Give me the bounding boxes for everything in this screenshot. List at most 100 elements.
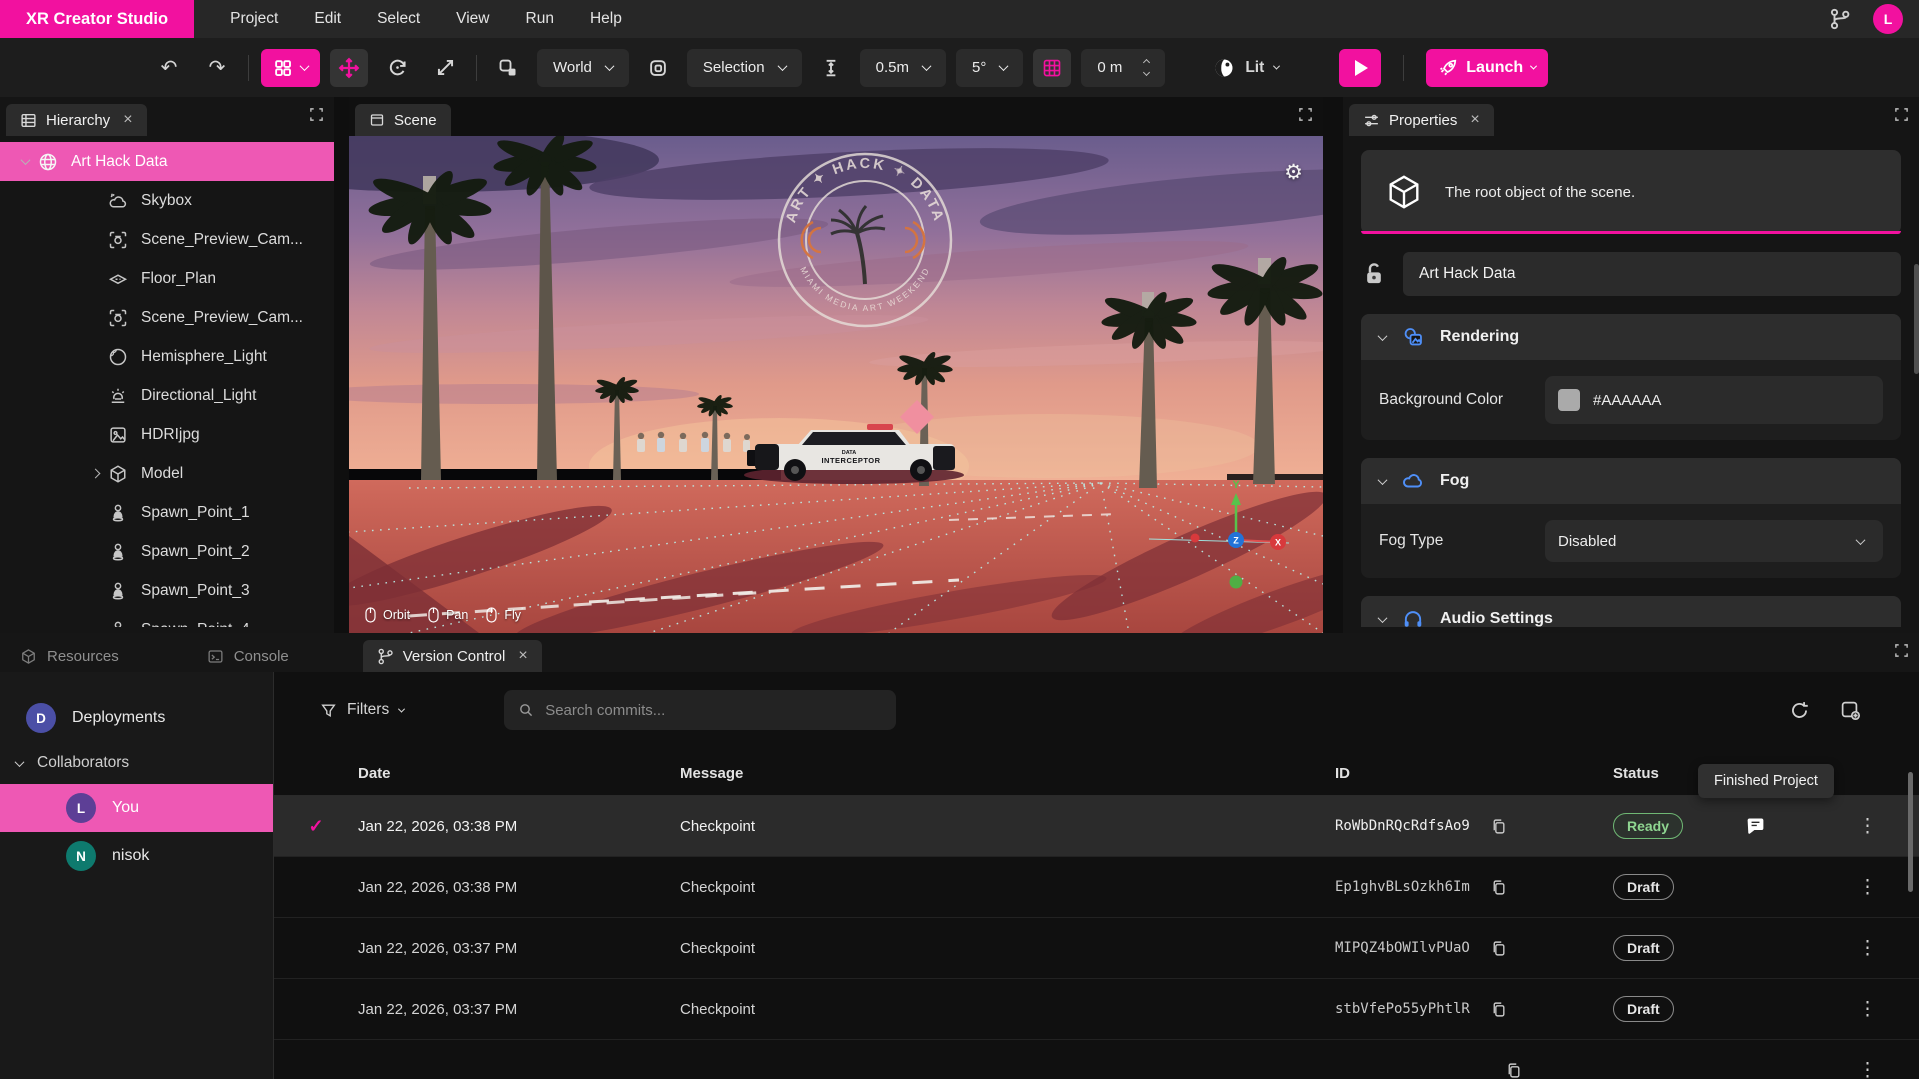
filters-button[interactable]: Filters: [320, 701, 404, 719]
tree-item-root[interactable]: Art Hack Data: [0, 142, 334, 181]
row-menu-button[interactable]: ⋮: [1848, 994, 1887, 1025]
move-tool-button[interactable]: [330, 49, 368, 87]
audio-settings-section-header[interactable]: Audio Settings: [1361, 596, 1901, 627]
launch-button[interactable]: Launch: [1426, 49, 1548, 87]
tree-item-model[interactable]: Model: [0, 454, 334, 493]
commit-row[interactable]: Jan 22, 2026, 03:38 PM Checkpoint Ep1ghv…: [274, 857, 1919, 918]
search-commits-box[interactable]: [504, 690, 896, 730]
deployments-item[interactable]: D Deployments: [0, 694, 273, 742]
refresh-button[interactable]: [1789, 700, 1810, 721]
focus-selection-button[interactable]: [639, 49, 677, 87]
note-button[interactable]: [1745, 816, 1766, 837]
tab-console[interactable]: Console: [193, 640, 303, 672]
rendering-section-title: Rendering: [1440, 328, 1519, 346]
tree-item-directional-light[interactable]: Directional_Light: [0, 376, 334, 415]
commit-row[interactable]: Jan 22, 2026, 03:37 PM Checkpoint MIPQZ4…: [274, 918, 1919, 979]
reference-space-button[interactable]: [489, 49, 527, 87]
rotate-tool-button[interactable]: [378, 49, 416, 87]
tab-version-control-label: Version Control: [403, 648, 506, 665]
chevron-down-icon: [1378, 331, 1388, 341]
tree-item-scene-preview-cam-1[interactable]: Scene_Preview_Cam...: [0, 220, 334, 259]
tab-version-control[interactable]: Version Control ×: [363, 640, 542, 672]
row-menu-button[interactable]: ⋮: [1848, 933, 1887, 964]
world-space-dropdown[interactable]: World: [537, 49, 629, 87]
copy-id-button[interactable]: [1490, 940, 1507, 957]
menu-select[interactable]: Select: [363, 4, 434, 34]
copy-id-button[interactable]: [1490, 1001, 1507, 1018]
menu-run[interactable]: Run: [512, 4, 568, 34]
collaborators-header[interactable]: Collaborators: [0, 742, 273, 784]
color-swatch[interactable]: [1558, 389, 1580, 411]
play-button[interactable]: [1339, 49, 1381, 87]
fog-type-dropdown[interactable]: Disabled: [1545, 520, 1883, 562]
scene-viewport[interactable]: ART ✦ HACK ✦ DATA MIAMI MEDIA ART WEEKEN…: [349, 136, 1323, 633]
menu-edit[interactable]: Edit: [300, 4, 355, 34]
tab-scene[interactable]: Scene: [355, 104, 451, 136]
tree-item-scene-preview-cam-2[interactable]: Scene_Preview_Cam...: [0, 298, 334, 337]
commit-id: stbVfePo55yPhtlR: [1335, 1001, 1470, 1017]
search-commits-input[interactable]: [545, 702, 882, 719]
unlock-icon[interactable]: [1361, 261, 1387, 287]
cloud-icon: [1402, 470, 1424, 492]
tree-item-skybox[interactable]: Skybox: [0, 181, 334, 220]
tab-properties[interactable]: Properties ×: [1349, 104, 1494, 136]
viewport-settings-gear-icon[interactable]: ⚙: [1284, 160, 1303, 185]
snap-toggle-button[interactable]: [812, 49, 850, 87]
tab-resources[interactable]: Resources: [6, 640, 133, 672]
transform-mode-dropdown[interactable]: [261, 49, 320, 87]
tree-item-hemisphere-light[interactable]: Hemisphere_Light: [0, 337, 334, 376]
copy-id-button[interactable]: [1490, 879, 1507, 896]
row-menu-button[interactable]: ⋮: [1848, 811, 1887, 842]
fog-section-header[interactable]: Fog: [1361, 458, 1901, 504]
close-icon[interactable]: ×: [518, 647, 527, 665]
properties-scrollbar[interactable]: [1914, 264, 1919, 374]
grid-offset-stepper[interactable]: 0 m: [1081, 49, 1165, 87]
branch-icon[interactable]: [1829, 8, 1851, 30]
collaborator-you[interactable]: L You: [0, 784, 273, 832]
commit-row[interactable]: Jan 22, 2026, 03:37 PM Checkpoint stbVfe…: [274, 979, 1919, 1040]
tree-item-spawn-point-4[interactable]: Spawn_Point_4: [0, 610, 334, 627]
close-icon[interactable]: ×: [123, 111, 132, 129]
copy-id-button[interactable]: [1505, 1062, 1522, 1079]
collaborator-nisok[interactable]: N nisok: [0, 832, 273, 880]
tab-hierarchy[interactable]: Hierarchy ×: [6, 104, 147, 136]
window-icon: [369, 112, 385, 128]
grid-toggle-button[interactable]: [1033, 49, 1071, 87]
stepper-arrows[interactable]: [1144, 60, 1149, 75]
redo-button[interactable]: ↷: [198, 49, 236, 87]
menu-help[interactable]: Help: [576, 4, 636, 34]
tree-item-spawn-point-3[interactable]: Spawn_Point_3: [0, 571, 334, 610]
close-icon[interactable]: ×: [1470, 111, 1479, 129]
tree-item-spawn-point-2[interactable]: Spawn_Point_2: [0, 532, 334, 571]
save-checkpoint-button[interactable]: [1840, 700, 1861, 721]
user-avatar[interactable]: L: [1873, 4, 1903, 34]
audio-settings-section: Audio Settings: [1361, 596, 1901, 627]
tree-item-hdri[interactable]: HDRIjpg: [0, 415, 334, 454]
background-color-field[interactable]: #AAAAAA: [1545, 376, 1883, 424]
object-name-field[interactable]: Art Hack Data: [1403, 252, 1901, 296]
tree-item-spawn-point-1[interactable]: Spawn_Point_1: [0, 493, 334, 532]
version-control-scrollbar[interactable]: [1908, 772, 1913, 892]
shading-mode-dropdown[interactable]: Lit: [1213, 49, 1279, 87]
commit-row[interactable]: ✓ Jan 22, 2026, 03:38 PM Checkpoint RoWb…: [274, 796, 1919, 857]
copy-id-button[interactable]: [1490, 818, 1507, 835]
app-logo[interactable]: XR Creator Studio: [0, 0, 194, 38]
maximize-panel-icon[interactable]: [1894, 643, 1909, 658]
menu-project[interactable]: Project: [216, 4, 292, 34]
maximize-panel-icon[interactable]: [309, 107, 324, 122]
selection-mode-dropdown[interactable]: Selection: [687, 49, 802, 87]
tree-item-label: Skybox: [141, 192, 192, 210]
commit-row-partial[interactable]: ⋮: [274, 1040, 1919, 1079]
maximize-panel-icon[interactable]: [1298, 107, 1313, 122]
menu-view[interactable]: View: [442, 4, 503, 34]
tree-item-floor-plan[interactable]: Floor_Plan: [0, 259, 334, 298]
maximize-panel-icon[interactable]: [1894, 107, 1909, 122]
row-menu-button[interactable]: ⋮: [1848, 872, 1887, 903]
column-message: Message: [680, 765, 1335, 782]
row-menu-button[interactable]: ⋮: [1848, 1055, 1887, 1079]
undo-button[interactable]: ↶: [150, 49, 188, 87]
rendering-section-header[interactable]: Rendering: [1361, 314, 1901, 360]
rotate-snap-dropdown[interactable]: 5°: [956, 49, 1023, 87]
translate-snap-dropdown[interactable]: 0.5m: [860, 49, 946, 87]
scale-tool-button[interactable]: [426, 49, 464, 87]
